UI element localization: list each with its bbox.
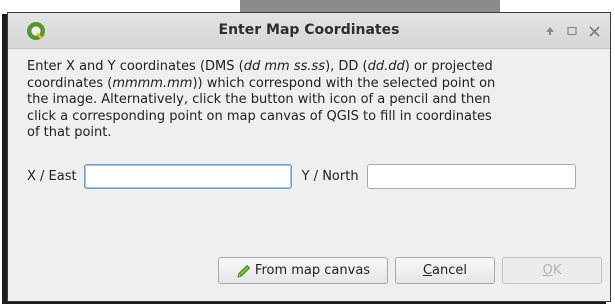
desc-text: coordinates ( bbox=[27, 75, 113, 91]
enter-map-coordinates-dialog: Enter Map Coordinates Enter X and Y coor… bbox=[7, 12, 611, 302]
pin-button[interactable] bbox=[540, 23, 560, 39]
dialog-buttons: From map canvas Cancel OK bbox=[218, 257, 602, 284]
coordinates-row: X / East Y / North bbox=[27, 163, 602, 189]
pencil-icon bbox=[237, 264, 251, 278]
ok-label: K bbox=[552, 263, 562, 278]
x-east-input[interactable] bbox=[83, 163, 292, 189]
x-east-label: X / East bbox=[27, 168, 77, 184]
maximize-icon bbox=[567, 26, 577, 36]
desc-text: the image. Alternatively, click the butt… bbox=[27, 92, 491, 107]
close-icon bbox=[588, 25, 600, 37]
desc-text: ) or projected bbox=[404, 59, 493, 74]
cancel-button[interactable]: Cancel bbox=[395, 257, 495, 284]
desc-text: )) which correspond with the selected po… bbox=[192, 75, 496, 91]
from-map-canvas-button[interactable]: From map canvas bbox=[218, 257, 388, 284]
cancel-mnemonic: C bbox=[422, 263, 433, 278]
y-north-input[interactable] bbox=[366, 163, 576, 189]
desc-text: of that point. bbox=[27, 125, 112, 140]
background-window-edge bbox=[240, 0, 500, 12]
desc-text: click a corresponding point on map canva… bbox=[27, 108, 492, 124]
desc-text: Enter X and Y coordinates (DMS ( bbox=[27, 59, 244, 74]
from-map-canvas-label: From map canvas bbox=[254, 263, 371, 278]
instructions-area: Enter X and Y coordinates (DMS (dd mm ss… bbox=[27, 59, 598, 142]
y-north-label: Y / North bbox=[301, 168, 359, 184]
cancel-label: ancel bbox=[432, 263, 468, 278]
title-bar[interactable]: Enter Map Coordinates bbox=[8, 13, 610, 49]
desc-emphasis: mmmm.mm bbox=[112, 75, 193, 91]
desc-text: ), DD ( bbox=[325, 59, 368, 74]
ok-mnemonic: O bbox=[542, 263, 553, 278]
maximize-button[interactable] bbox=[562, 23, 582, 39]
desc-emphasis: dd.dd bbox=[367, 59, 405, 74]
instructions-text: Enter X and Y coordinates (DMS (dd mm ss… bbox=[27, 59, 598, 142]
pin-icon bbox=[546, 27, 554, 35]
window-title: Enter Map Coordinates bbox=[218, 22, 400, 38]
ok-button[interactable]: OK bbox=[502, 257, 602, 284]
close-button[interactable] bbox=[584, 23, 604, 39]
desc-emphasis: dd mm ss.ss bbox=[243, 59, 326, 74]
